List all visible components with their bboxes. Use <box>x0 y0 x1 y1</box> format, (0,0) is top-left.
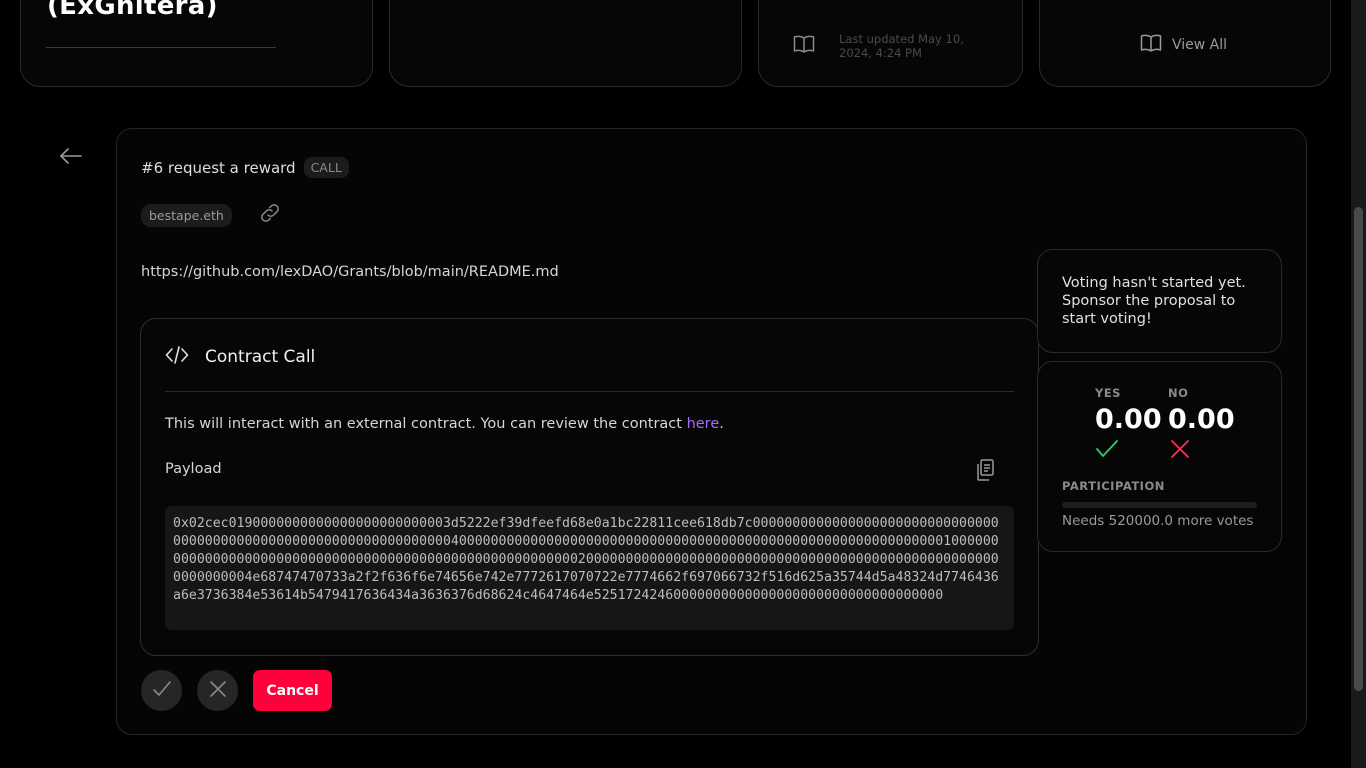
proposal-type-badge: CALL <box>303 157 349 178</box>
yes-label: YES <box>1095 386 1121 400</box>
x-icon <box>208 679 228 703</box>
dao-stats-card <box>389 0 742 87</box>
payload-data: 0x02cec0190000000000000000000000003d5222… <box>165 506 1014 630</box>
contract-call-title: Contract Call <box>205 347 316 367</box>
contract-call-text: This will interact with an external cont… <box>165 416 687 432</box>
vote-totals-card: YES 0.00 NO 0.00 PARTICIPATION Needs 520… <box>1037 361 1282 552</box>
proposal-description: https://github.com/lexDAO/Grants/blob/ma… <box>141 264 559 280</box>
participation-progress-bar <box>1062 502 1257 508</box>
payload-label: Payload <box>165 461 222 477</box>
no-label: NO <box>1168 386 1189 400</box>
needs-votes-text: Needs 520000.0 more votes <box>1062 513 1254 529</box>
contract-call-header: Contract Call <box>165 345 315 369</box>
copy-icon[interactable] <box>974 458 996 486</box>
docs-card: Last updated May 10, 2024, 4:24 PM <box>758 0 1023 87</box>
vote-no-button[interactable] <box>197 670 238 711</box>
last-updated-text: Last updated May 10, 2024, 4:24 PM <box>839 32 964 60</box>
book-icon <box>793 34 815 58</box>
dao-name: (ExGnitera) <box>47 0 218 21</box>
checkmark-icon <box>152 679 172 703</box>
scrollbar-thumb[interactable] <box>1354 207 1363 691</box>
proposal-header: #6 request a reward CALL <box>141 157 349 178</box>
divider <box>165 391 1014 392</box>
page: (ExGnitera) Last updated May 10, 2024, 4… <box>0 0 1366 768</box>
cancel-button[interactable]: Cancel <box>253 670 332 711</box>
proposals-card: View All <box>1039 0 1331 87</box>
contract-link[interactable]: here <box>687 416 720 432</box>
checkmark-icon <box>1095 439 1162 463</box>
code-icon <box>165 345 189 369</box>
yes-value: 0.00 <box>1095 404 1162 435</box>
yes-votes: YES 0.00 <box>1095 386 1162 463</box>
back-arrow-icon[interactable] <box>59 146 83 170</box>
author-row: bestape.eth <box>141 201 282 229</box>
link-icon[interactable] <box>258 201 282 229</box>
vote-yes-button[interactable] <box>141 670 182 711</box>
voting-status-card: Voting hasn't started yet. Sponsor the p… <box>1037 249 1282 353</box>
view-all-link[interactable]: View All <box>1140 33 1227 57</box>
voting-status-message: Voting hasn't started yet. Sponsor the p… <box>1062 275 1246 327</box>
x-icon <box>1168 439 1235 463</box>
no-votes: NO 0.00 <box>1168 386 1235 463</box>
divider <box>46 47 276 48</box>
proposal-title: #6 request a reward <box>141 158 296 177</box>
contract-call-description: This will interact with an external cont… <box>165 416 724 432</box>
contract-call-panel: Contract Call This will interact with an… <box>140 318 1039 656</box>
book-icon <box>1140 33 1162 57</box>
author-badge[interactable]: bestape.eth <box>141 203 232 227</box>
no-value: 0.00 <box>1168 404 1235 435</box>
participation-label: PARTICIPATION <box>1062 479 1165 493</box>
dao-info-card: (ExGnitera) <box>20 0 373 87</box>
page-scrollbar[interactable] <box>1351 0 1366 768</box>
contract-call-text-end: . <box>719 416 724 432</box>
view-all-label: View All <box>1172 37 1228 53</box>
